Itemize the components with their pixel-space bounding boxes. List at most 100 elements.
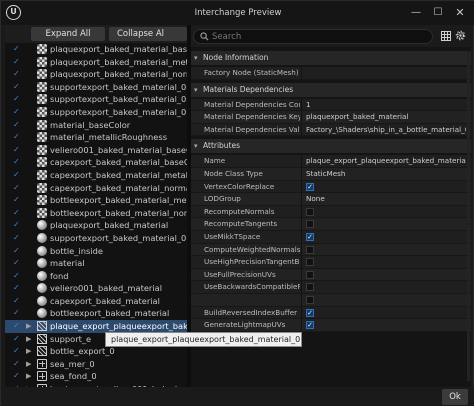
tree-row[interactable]: ✓ bottleexport_baked_material_normal [5,207,187,220]
checkmark-icon[interactable]: ✓ [13,359,21,368]
column-divider[interactable] [301,281,302,294]
tree-row[interactable]: ✓ capexport_baked_material_baseColor [5,156,187,169]
tree-row[interactable]: ✓ capexport_baked_material [5,295,187,308]
tree-row[interactable]: ✓ veliero001_baked_material_baseColo [5,144,187,157]
tree-row[interactable]: ✓ fond [5,270,187,283]
close-button[interactable]: ✕ [452,5,468,20]
gear-icon[interactable] [455,30,466,41]
column-divider[interactable] [301,243,302,257]
maximize-button[interactable]: ☐ [430,5,446,20]
checkmark-icon[interactable]: ✓ [13,120,21,129]
property-checkbox[interactable]: ✓ [306,308,314,317]
column-divider[interactable] [301,294,302,307]
expand-arrow-icon[interactable]: ▶ [26,346,31,356]
property-checkbox[interactable] [306,283,314,292]
checkmark-icon[interactable]: ✓ [13,95,21,103]
checkmark-icon[interactable]: ✓ [13,183,21,192]
tree-row[interactable]: ✓ bottleexport_baked_material_metallic [5,194,187,207]
column-divider[interactable] [301,256,302,269]
details-scrollbar[interactable] [467,51,470,381]
tree-row[interactable]: ✓ material_metallicRoughness [5,131,187,144]
checkmark-icon[interactable]: ✓ [13,259,21,267]
checkmark-icon[interactable]: ✓ [13,208,21,217]
tree-row[interactable]: ✓ veliero001_baked_material [5,282,187,295]
property-checkbox[interactable]: ✓ [306,321,314,330]
property-checkbox[interactable] [306,296,314,304]
tree-row[interactable]: ✓ supportexport_baked_material_001_m [5,93,187,106]
column-divider[interactable] [301,98,302,112]
checkmark-icon[interactable]: ✓ [13,221,21,229]
tree-row[interactable]: ✓ plaquexport_baked_material_baseCo [5,43,187,56]
expand-arrow-icon[interactable]: ▶ [26,359,31,369]
checkmark-icon[interactable]: ✓ [13,372,21,380]
column-divider[interactable] [301,231,302,244]
collapse-all-button[interactable]: Collapse Al [109,27,187,41]
material-dependencies-section-header[interactable]: ▾ Materials Dependencies [191,82,471,97]
checkmark-icon[interactable]: ✓ [13,347,21,355]
tree-row[interactable]: ✓ bottleexport_baked_material [5,307,187,320]
property-checkbox[interactable] [306,220,314,229]
checkmark-icon[interactable]: ✓ [13,233,21,242]
tree-row[interactable]: ✓ ▶ sea_mer_0 [5,358,187,371]
checkmark-icon[interactable]: ✓ [13,196,21,204]
checkmark-icon[interactable]: ✓ [13,145,21,154]
tree-row[interactable]: ✓ plaquexport_baked_material_normal [5,68,187,81]
column-divider[interactable] [301,168,302,181]
property-checkbox[interactable] [306,258,314,267]
column-divider[interactable] [301,193,302,206]
checkmark-icon[interactable]: ✓ [13,158,21,166]
checkmark-icon[interactable]: ✓ [13,170,21,179]
checkmark-icon[interactable]: ✓ [13,133,21,141]
ok-button[interactable]: Ok [442,389,468,405]
column-divider[interactable] [301,67,302,80]
column-divider[interactable] [301,123,302,137]
attributes-section-header[interactable]: ▾ Attributes [191,139,471,154]
tree-row[interactable]: ✓ ▶ bottle_export_0 [5,345,187,358]
property-checkbox[interactable] [306,207,314,216]
expand-arrow-icon[interactable]: ▶ [26,321,31,331]
property-checkbox[interactable] [306,245,314,254]
property-checkbox[interactable]: ✓ [306,182,314,191]
checkmark-icon[interactable]: ✓ [13,296,21,305]
search-box[interactable] [193,29,433,44]
checkmark-icon[interactable]: ✓ [13,107,21,116]
expand-arrow-icon[interactable]: ▶ [26,334,31,344]
checkmark-icon[interactable]: ✓ [13,82,21,91]
tree-row[interactable]: ✓ plaquexport_baked_material_metallic [5,56,187,69]
search-input[interactable] [212,31,427,42]
column-divider[interactable] [301,180,302,194]
column-divider[interactable] [301,319,302,332]
column-divider[interactable] [301,155,302,168]
minimize-button[interactable]: — [408,5,424,20]
tree-row[interactable]: ✓ supportexport_baked_material_001 [5,232,187,245]
column-divider[interactable] [301,111,302,124]
expand-arrow-icon[interactable]: ▶ [26,371,31,381]
checkmark-icon[interactable]: ✓ [13,334,21,343]
table-view-icon[interactable] [441,31,451,41]
checkmark-icon[interactable]: ✓ [13,309,21,317]
property-checkbox[interactable] [306,270,314,279]
checkmark-icon[interactable]: ✓ [13,246,21,255]
tree-row[interactable]: ✓ material_baseColor [5,119,187,132]
node-information-section-header[interactable]: ▾ Node Information [191,51,471,65]
column-divider[interactable] [301,218,302,231]
tree-row[interactable]: ✓ ▶ plaque_export_plaqueexport_baked_m [5,320,187,333]
tree-row[interactable]: ✓ supportexport_baked_material_001_b [5,81,187,94]
checkmark-icon[interactable]: ✓ [13,322,21,330]
tree-row[interactable]: ✓ capexport_baked_material_normal [5,182,187,195]
checkmark-icon[interactable]: ✓ [13,57,21,66]
expand-all-button[interactable]: Expand All [31,27,105,41]
tree-row[interactable]: ✓ material [5,257,187,270]
tree-row[interactable]: ✓ supportexport_baked_material_001_n [5,106,187,119]
column-divider[interactable] [301,205,302,219]
checkmark-icon[interactable]: ✓ [13,45,21,53]
tree-row[interactable]: ✓ bottle_inside [5,245,187,258]
tree-row[interactable]: ✓ plaquexport_baked_material [5,219,187,232]
checkmark-icon[interactable]: ✓ [13,70,21,78]
property-checkbox[interactable]: ✓ [306,233,314,241]
tree-row[interactable]: ✓ ▶ sea_fond_0 [5,370,187,383]
checkmark-icon[interactable]: ✓ [13,284,21,292]
tree-row[interactable]: ✓ capexport_baked_material_metallicRo [5,169,187,182]
checkmark-icon[interactable]: ✓ [13,271,21,280]
column-divider[interactable] [301,268,302,282]
